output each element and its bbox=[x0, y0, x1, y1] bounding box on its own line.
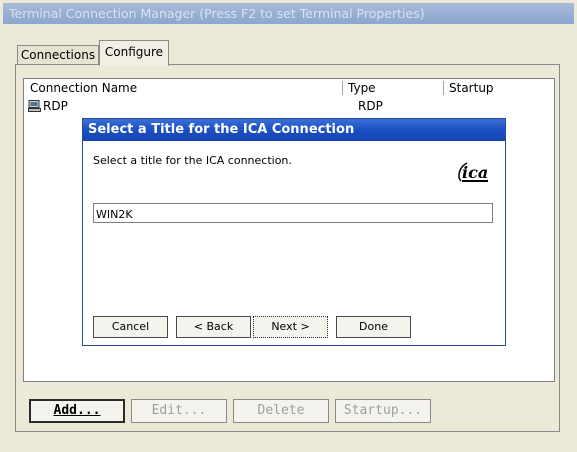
main-window: Terminal Connection Manager (Press F2 to… bbox=[0, 0, 577, 452]
ica-logo-icon: ica bbox=[458, 162, 488, 182]
delete-button[interactable]: Delete bbox=[233, 399, 329, 423]
window-titlebar[interactable]: Terminal Connection Manager (Press F2 to… bbox=[3, 3, 574, 24]
column-header-startup[interactable]: Startup bbox=[443, 79, 554, 97]
back-button[interactable]: < Back bbox=[176, 316, 251, 338]
add-button-label: Add... bbox=[53, 403, 101, 418]
dialog-title: Select a Title for the ICA Connection bbox=[88, 122, 355, 137]
cancel-button[interactable]: Cancel bbox=[93, 316, 168, 338]
tab-configure[interactable]: Configure bbox=[99, 40, 169, 66]
done-button[interactable]: Done bbox=[336, 316, 411, 338]
window-title: Terminal Connection Manager (Press F2 to… bbox=[9, 6, 425, 21]
connection-type: RDP bbox=[358, 99, 383, 113]
dialog-titlebar[interactable]: Select a Title for the ICA Connection bbox=[83, 119, 505, 141]
dialog-prompt: Select a title for the ICA connection. bbox=[93, 154, 292, 167]
add-button[interactable]: Add... bbox=[29, 399, 125, 423]
ica-title-dialog: Select a Title for the ICA Connection Se… bbox=[82, 118, 506, 346]
startup-button[interactable]: Startup... bbox=[335, 399, 431, 423]
computer-icon bbox=[28, 100, 41, 112]
connection-name: RDP bbox=[43, 99, 68, 113]
tab-connections[interactable]: Connections bbox=[17, 45, 99, 65]
connection-title-input[interactable] bbox=[93, 203, 493, 223]
column-header-name[interactable]: Connection Name bbox=[24, 79, 342, 97]
edit-button[interactable]: Edit... bbox=[131, 399, 227, 423]
list-item[interactable]: RDP RDP bbox=[26, 99, 552, 115]
ica-logo-text: ica bbox=[462, 163, 488, 182]
next-button[interactable]: Next > bbox=[253, 316, 328, 338]
column-header-type[interactable]: Type bbox=[342, 79, 443, 97]
